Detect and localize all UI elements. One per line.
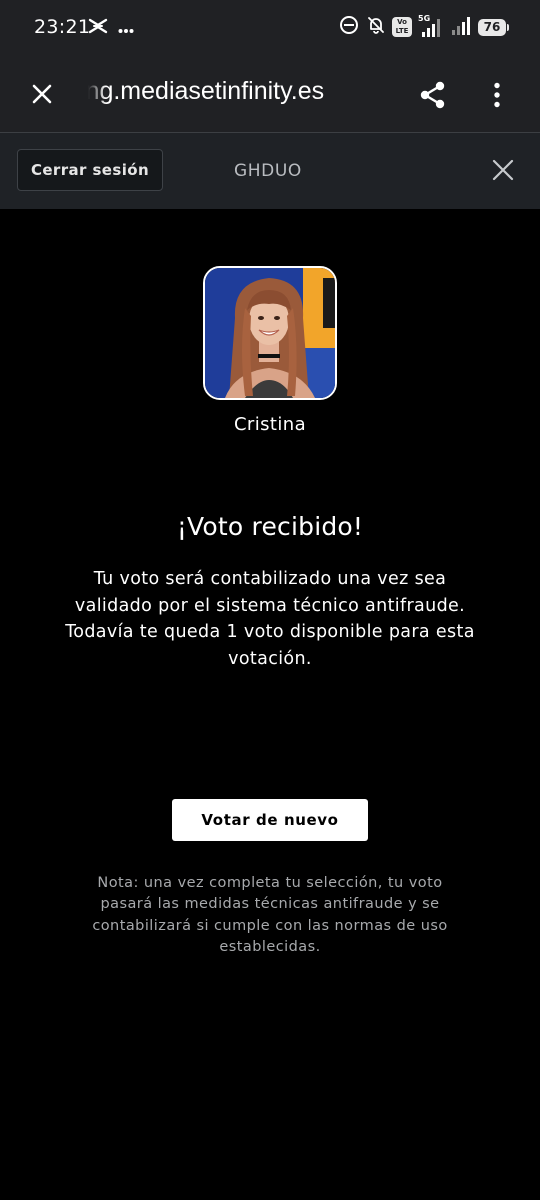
battery-icon: 76 [478, 18, 509, 36]
status-time: 23:21 [34, 16, 91, 38]
vote-again-button[interactable]: Votar de nuevo [172, 799, 368, 841]
confirmation-title: ¡Voto recibido! [176, 512, 364, 541]
candidate-name: Cristina [233, 414, 307, 435]
status-right-icons: Vo LTE 5G 76 [338, 14, 509, 40]
site-header: Cerrar sesión GHDUO [0, 133, 540, 209]
header-close-button[interactable] [486, 153, 520, 187]
status-left-icons [88, 17, 134, 39]
volte-icon: Vo LTE [392, 17, 412, 37]
share-icon [420, 81, 445, 109]
volte-bottom-label: LTE [395, 27, 409, 35]
signal-icon [450, 14, 472, 40]
note-text: Nota: una vez completa tu selección, tu … [92, 875, 448, 955]
url-text: ing.mediasetinfinity.es [88, 77, 325, 105]
more-vert-icon [494, 82, 500, 108]
status-bar: 23:21 Vo LTE 5G 76 [0, 0, 540, 56]
link-icon [338, 14, 360, 40]
more-dots-icon [118, 19, 134, 38]
bell-off-icon [366, 15, 386, 39]
close-icon [492, 159, 514, 181]
browser-menu-button[interactable] [478, 76, 516, 114]
capcut-icon [88, 17, 108, 39]
signal-5g-icon: 5G [418, 14, 444, 38]
header-title: GHDUO [234, 161, 302, 181]
browser-close-button[interactable] [24, 76, 60, 112]
logout-button[interactable]: Cerrar sesión [17, 149, 163, 191]
browser-toolbar: ing.mediasetinfinity.es [0, 56, 540, 133]
close-icon [32, 84, 52, 104]
url-bar[interactable]: ing.mediasetinfinity.es [88, 77, 388, 106]
share-button[interactable] [414, 76, 452, 114]
candidate-photo [203, 266, 337, 400]
confirmation-message: Tu voto será contabilizado una vez sea v… [65, 569, 475, 670]
volte-top-label: Vo [397, 18, 407, 26]
